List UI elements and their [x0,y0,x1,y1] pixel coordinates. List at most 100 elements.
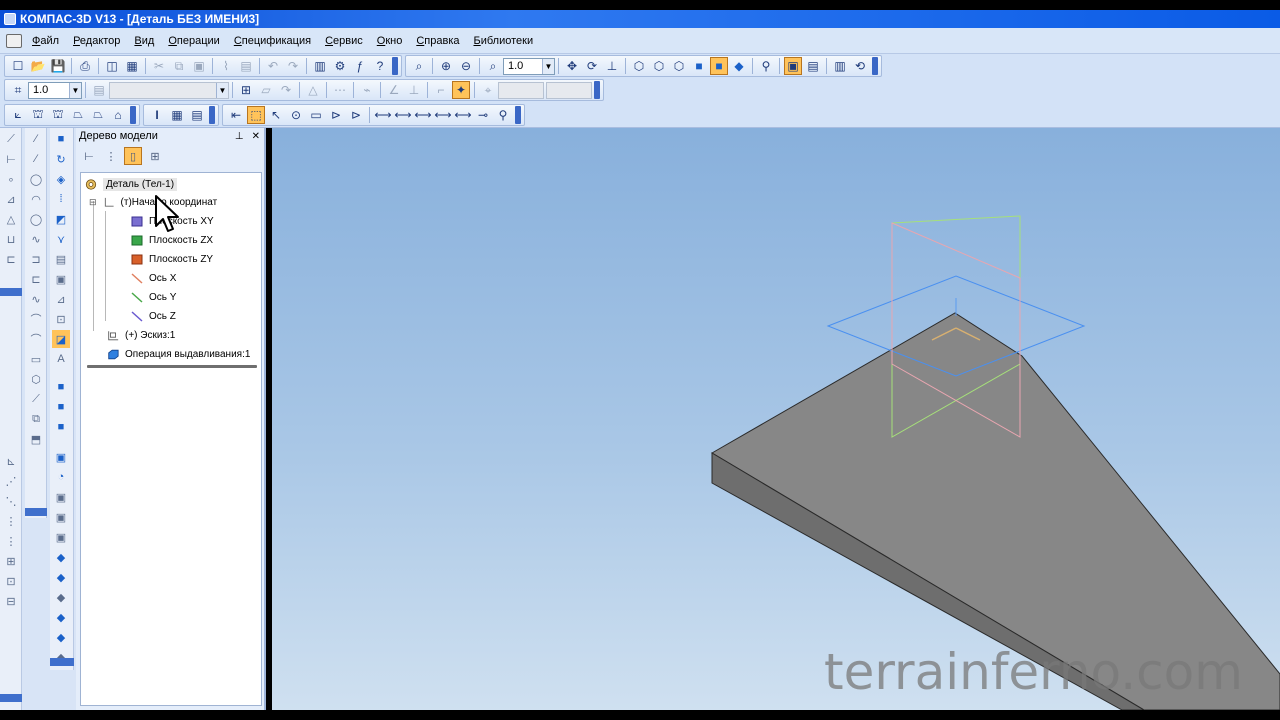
tree-item-axis-x[interactable]: Ось X [131,273,176,284]
tree-item-plane-zy[interactable]: Плоскость ZY [131,254,213,265]
tool-icon[interactable]: ⊏ [27,270,45,288]
measure-section-icon[interactable]: ⊸ [474,106,492,124]
halftone-edges-icon[interactable]: ■ [710,57,728,75]
normal-icon[interactable]: △ [304,81,322,99]
document-menu-icon[interactable] [6,33,22,48]
tool-icon[interactable]: ⊾ [2,452,20,470]
zoom-in-icon[interactable]: ⊕ [437,57,455,75]
hidden-lines-icon[interactable]: ⬡ [650,57,668,75]
tool-icon[interactable]: ⊏ [2,250,20,268]
tool-icon[interactable]: ⬒ [27,430,45,448]
filter-icon[interactable]: ⚲ [757,57,775,75]
measure-mass-icon[interactable]: ⟷ [454,106,472,124]
halftone-icon[interactable]: ■ [690,57,708,75]
grid-step-icon[interactable]: ⌗ [9,81,27,99]
measure-icon[interactable]: ▥ [831,57,849,75]
tool-icon[interactable]: ▭ [27,350,45,368]
function-icon[interactable]: ƒ [351,57,369,75]
tree-toggle-icon[interactable]: ▣ [784,57,802,75]
pan-icon[interactable]: ✥ [563,57,581,75]
tool-icon[interactable]: ◆ [52,548,70,566]
tree-scrollbar[interactable] [87,365,257,368]
tool-icon[interactable]: ◯ [27,170,45,188]
tool-icon[interactable]: ◆ [52,568,70,586]
tree-structure-icon[interactable]: ⊢ [80,147,98,165]
pin-location-icon[interactable]: ⚲ [494,106,512,124]
tool-icon[interactable]: ∿ [27,290,45,308]
tool-icon[interactable]: ⊔ [2,230,20,248]
wireframe-icon[interactable]: ⬡ [630,57,648,75]
table-icon[interactable]: ▦ [168,106,186,124]
coordinate-x-field[interactable] [498,81,544,99]
menu-specification[interactable]: Спецификация [234,35,311,47]
copy-icon[interactable]: ⧉ [170,57,188,75]
model-viewport[interactable]: terrainferno.com [272,128,1280,710]
print-icon[interactable]: ⎙ [76,57,94,75]
menu-file[interactable]: Файл [32,35,59,47]
rotate-tool-icon[interactable]: ↻ [52,150,70,168]
toolbar-grip[interactable] [209,105,215,124]
orientation-selector-icon[interactable]: ⊞ [237,81,255,99]
variables-icon[interactable]: ⚙ [331,57,349,75]
open-file-icon[interactable]: 📂 [29,57,47,75]
measure-tool-icon[interactable]: ▣ [52,448,70,466]
tool-icon[interactable]: ⊢ [2,150,20,168]
preview-icon[interactable]: ◫ [103,57,121,75]
pin-icon[interactable]: ⊥ [235,131,244,142]
save-icon[interactable]: 💾 [49,57,67,75]
tool-icon[interactable]: ◆ [52,588,70,606]
tool-icon[interactable]: ⌒ [27,330,45,348]
grid-icon[interactable]: ⋯ [331,81,349,99]
tool-icon[interactable]: ⟋ [27,390,45,408]
measure-angle-icon[interactable]: ⟷ [394,106,412,124]
section-tool-icon[interactable]: ◔ [52,468,70,486]
tool-icon[interactable]: ∘ [2,170,20,188]
tool-icon[interactable]: ⊿ [2,190,20,208]
tool-icon[interactable]: ◯ [27,210,45,228]
tool-icon[interactable]: ⋱ [2,492,20,510]
collapse-icon[interactable]: ⊟ [89,197,97,208]
tool-icon[interactable]: ▣ [52,528,70,546]
tool-icon[interactable]: ⊐ [27,250,45,268]
coordinate-y-field[interactable] [546,81,592,99]
tool-icon[interactable]: ⧉ [27,410,45,428]
tool-icon[interactable]: ⟋ [2,130,20,148]
edit-mode-icon[interactable]: ⛫ [29,106,47,124]
step-combo[interactable]: 1.0 ▼ [28,81,82,99]
chevron-down-icon[interactable]: ▼ [542,58,554,74]
notation-mode-icon[interactable]: ⏢ [89,106,107,124]
toolbar-grip[interactable] [130,105,136,124]
refresh-icon[interactable]: ⟲ [851,57,869,75]
snap-icon[interactable]: ⌁ [358,81,376,99]
spec-icon[interactable]: ▤ [188,106,206,124]
tree-item-part[interactable]: Деталь (Тел-1) [85,178,178,191]
tool-icon[interactable]: ◆ [52,608,70,626]
select-cursor-icon[interactable]: ↖ [267,106,285,124]
menu-window[interactable]: Окно [377,35,403,47]
measure-length-icon[interactable]: ⟷ [414,106,432,124]
new-file-icon[interactable]: ☐ [9,57,27,75]
menu-editor[interactable]: Редактор [73,35,120,47]
menu-view[interactable]: Вид [134,35,154,47]
clipboard-icon[interactable]: ▤ [237,57,255,75]
tool-icon[interactable]: ∿ [27,230,45,248]
extrude-tool-icon[interactable]: ■ [52,130,70,148]
orientation-icon[interactable]: ⊥ [603,57,621,75]
tree-view-icon[interactable]: ⋮ [102,147,120,165]
plane-icon[interactable]: ▱ [257,81,275,99]
measure-area-icon[interactable]: ⟷ [434,106,452,124]
fillet-tool-icon[interactable]: ◩ [52,210,70,228]
tool-icon[interactable]: ⌒ [27,310,45,328]
kinematic-tool-icon[interactable]: ◈ [52,170,70,188]
tool-icon[interactable]: ▣ [52,488,70,506]
tree-filter-icon[interactable]: ▯ [124,147,142,165]
perspective-icon[interactable]: ◆ [730,57,748,75]
tree-item-sketch[interactable]: (+) Эскиз:1 [107,330,175,341]
solid-tool-icon[interactable]: ■ [52,418,70,436]
surface-tool-icon[interactable]: ◪ [52,330,70,348]
close-icon[interactable]: ✕ [252,131,260,142]
toolbar-grip[interactable] [594,81,600,99]
chevron-down-icon[interactable]: ▼ [216,82,228,98]
array-tool-icon[interactable]: ⊡ [52,310,70,328]
tool-icon[interactable]: ⋮ [2,512,20,530]
